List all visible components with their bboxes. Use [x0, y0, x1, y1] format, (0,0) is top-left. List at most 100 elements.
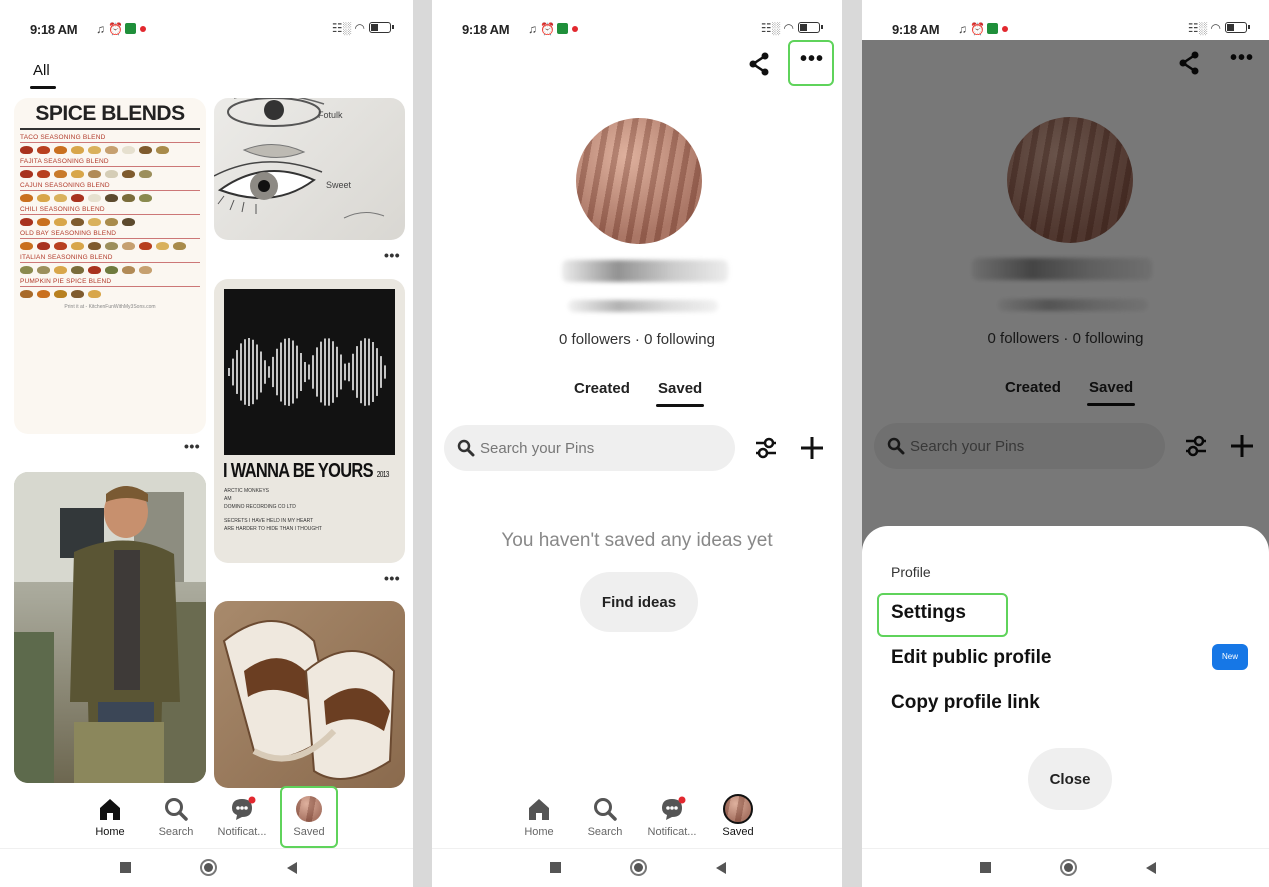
- tap-highlight-settings: [877, 593, 1008, 637]
- spice-heap: [20, 242, 33, 250]
- battery-icon: [1225, 22, 1250, 33]
- pin-poster[interactable]: I WANNA BE YOURS 2013 ARCTIC MONKEYS AM …: [214, 279, 405, 563]
- copy-link-menu-item[interactable]: Copy profile link: [891, 692, 1040, 714]
- spice-blend: FAJITA SEASONING BLEND: [20, 158, 200, 178]
- profile-avatar-icon: [723, 794, 753, 824]
- nav-notifications[interactable]: Notificat...: [211, 794, 273, 838]
- battery-icon: [369, 22, 394, 33]
- signal-icon: ☷░: [1187, 21, 1208, 35]
- spice-heap: [105, 170, 118, 178]
- tab-all[interactable]: All: [33, 62, 50, 79]
- nav-search-label: Search: [158, 826, 194, 838]
- poster-line: SECRETS I HAVE HELD IN MY HEART: [224, 518, 314, 524]
- filter-icon[interactable]: [754, 436, 778, 460]
- pin-sneakers-photo[interactable]: [214, 601, 405, 788]
- find-ideas-button[interactable]: Find ideas: [580, 572, 698, 632]
- poster-title: I WANNA BE YOURS 2013: [223, 460, 390, 482]
- spice-heap: [71, 146, 84, 154]
- nav-saved[interactable]: Saved: [707, 794, 769, 838]
- recents-button[interactable]: [980, 862, 991, 873]
- red-dot-icon: [1002, 26, 1009, 32]
- spice-heap: [156, 146, 169, 154]
- close-button[interactable]: Close: [1028, 748, 1112, 810]
- spice-heap: [37, 290, 50, 298]
- android-nav-bar: [0, 848, 413, 887]
- poster-line: AM: [224, 496, 232, 502]
- spice-heap: [122, 218, 135, 226]
- search-pins-field[interactable]: Search your Pins: [444, 425, 735, 471]
- spice-heaps: [20, 218, 200, 226]
- pin-man-photo[interactable]: [14, 472, 206, 783]
- pin-eye-sketch[interactable]: Fotulk Sweet: [214, 98, 405, 240]
- tab-saved[interactable]: Saved: [658, 380, 702, 397]
- android-nav-bar: [432, 848, 842, 887]
- edit-profile-menu-item[interactable]: Edit public profile: [891, 647, 1051, 669]
- recents-button[interactable]: [550, 862, 561, 873]
- search-icon: [165, 798, 188, 821]
- recents-button[interactable]: [120, 862, 131, 873]
- chat-bubble-icon: [662, 796, 686, 820]
- spice-heap: [122, 146, 135, 154]
- status-time: 9:18 AM: [30, 22, 78, 37]
- nav-search[interactable]: Search: [145, 794, 207, 838]
- poster-soundwave-image: [224, 289, 395, 455]
- music-alarm-icon: ♫ ⏰: [96, 22, 124, 36]
- spice-heap: [20, 194, 33, 202]
- poster-line: ARCTIC MONKEYS: [224, 488, 270, 494]
- redacted-username: [568, 300, 718, 312]
- spice-blend-name: PUMPKIN PIE SPICE BLEND: [20, 278, 200, 287]
- spice-heap: [71, 218, 84, 226]
- nav-notifications-label: Notificat...: [217, 826, 267, 838]
- spice-heap: [122, 170, 135, 178]
- spice-heap: [156, 242, 169, 250]
- nav-home[interactable]: Home: [508, 794, 570, 838]
- tab-created[interactable]: Created: [574, 380, 630, 397]
- spice-heap: [139, 242, 152, 250]
- spice-heap: [54, 218, 67, 226]
- home-system-button[interactable]: [1060, 859, 1077, 876]
- follow-counts: 0 followers · 0 following: [559, 331, 715, 348]
- spice-heap: [122, 242, 135, 250]
- spice-heap: [71, 266, 84, 274]
- chat-bubble-icon: [232, 796, 256, 820]
- spice-blend-name: ITALIAN SEASONING BLEND: [20, 254, 200, 263]
- spice-heap: [88, 290, 101, 298]
- search-placeholder: Search your Pins: [480, 440, 595, 457]
- nav-search[interactable]: Search: [574, 794, 636, 838]
- status-notification-icons: ♫ ⏰: [958, 22, 1009, 36]
- eye-sketch-image: [214, 98, 385, 219]
- share-icon[interactable]: [748, 52, 770, 76]
- nav-home[interactable]: Home: [79, 794, 141, 838]
- home-system-button[interactable]: [200, 859, 217, 876]
- spice-blend-name: TACO SEASONING BLEND: [20, 134, 200, 143]
- nav-notifications[interactable]: Notificat...: [641, 794, 703, 838]
- back-button[interactable]: [287, 862, 297, 874]
- spice-heap: [71, 170, 84, 178]
- add-icon[interactable]: [799, 435, 825, 461]
- spice-heap: [37, 194, 50, 202]
- spice-blend: OLD BAY SEASONING BLEND: [20, 230, 200, 250]
- spice-blend: CHILI SEASONING BLEND: [20, 206, 200, 226]
- poster-year: 2013: [376, 470, 390, 479]
- spice-heap: [54, 266, 67, 274]
- music-alarm-icon: ♫ ⏰: [528, 22, 556, 36]
- spice-heap: [105, 218, 118, 226]
- pin-more-icon[interactable]: •••: [384, 247, 400, 263]
- spice-heap: [88, 242, 101, 250]
- back-button[interactable]: [716, 862, 726, 874]
- sheet-heading: Profile: [891, 564, 931, 580]
- spice-heap: [20, 290, 33, 298]
- tap-highlight-more: [788, 40, 834, 86]
- spice-heap: [54, 146, 67, 154]
- app-icon: [125, 23, 137, 34]
- back-button[interactable]: [1146, 862, 1156, 874]
- spice-heap: [139, 266, 152, 274]
- wifi-icon: ◠: [783, 21, 794, 35]
- spice-blend: TACO SEASONING BLEND: [20, 134, 200, 154]
- pin-spice-blends[interactable]: SPICE BLENDS TACO SEASONING BLEND FAJITA …: [14, 98, 206, 434]
- spice-heap: [88, 266, 101, 274]
- home-system-button[interactable]: [630, 859, 647, 876]
- spice-blend-name: CHILI SEASONING BLEND: [20, 206, 200, 215]
- pin-more-icon[interactable]: •••: [384, 570, 400, 586]
- pin-more-icon[interactable]: •••: [184, 438, 200, 454]
